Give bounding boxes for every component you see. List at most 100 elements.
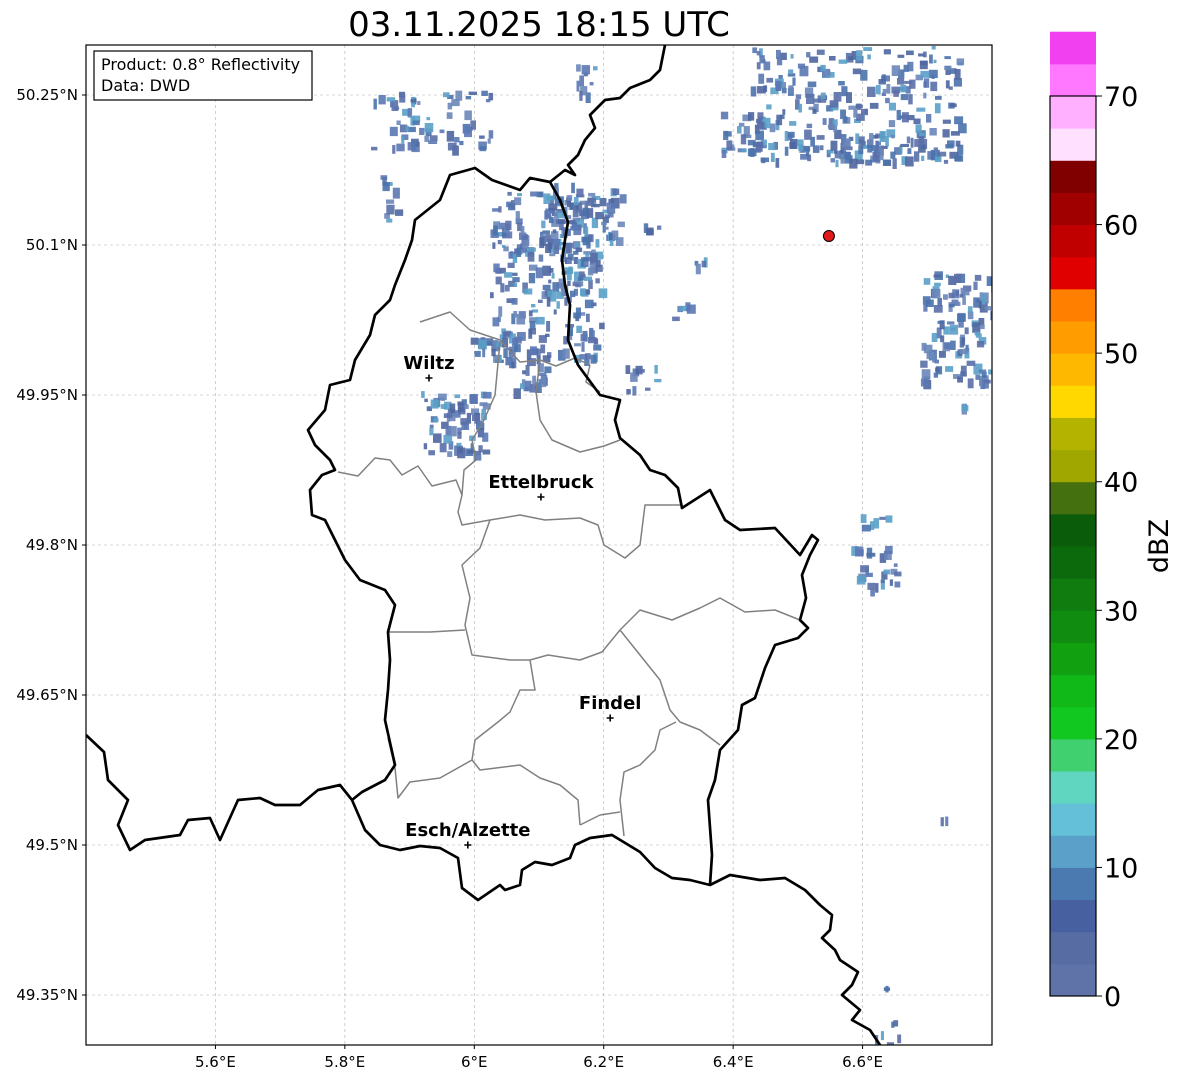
radar-echo-cell: [525, 364, 530, 376]
x-tick-label: 5.6°E: [195, 1053, 236, 1071]
radar-echo-cell: [545, 333, 550, 337]
radar-echo-cell: [424, 123, 434, 133]
radar-echo-cell: [940, 335, 945, 343]
radar-map-figure: 03.11.2025 18:15 UTC Wiltz Ettelbruck Find…: [16, 5, 1175, 1071]
colorbar-tick-label: 30: [1104, 596, 1138, 627]
radar-echo-cell: [535, 267, 544, 279]
radar-echo-cell: [944, 56, 951, 60]
colorbar-tick-label: 0: [1104, 982, 1121, 1013]
radar-echo-cell: [921, 369, 931, 379]
radar-echo-cell: [539, 237, 545, 249]
radar-echo-cell: [546, 296, 551, 307]
radar-echo-cell: [867, 144, 873, 153]
radar-echo-cell: [449, 403, 456, 414]
radar-echo-cell: [424, 398, 428, 403]
colorbar-segment: [1050, 546, 1096, 579]
radar-echo-cell: [795, 94, 802, 100]
radar-echo-cell: [492, 317, 500, 327]
radar-echo-cell: [959, 348, 969, 355]
radar-echo-cell: [937, 298, 942, 305]
radar-echo-cell: [598, 288, 608, 299]
radar-echo-cell: [833, 150, 838, 154]
info-box: Product: 0.8° Reflectivity Data: DWD: [93, 50, 313, 101]
radar-echo-cell: [695, 263, 701, 275]
radar-echo-cell: [875, 583, 879, 593]
radar-echo-cell: [586, 313, 590, 323]
colorbar-segment: [1050, 867, 1096, 901]
radar-echo-cell: [849, 158, 858, 169]
radar-echo-cell: [472, 414, 480, 421]
radar-echo-cell: [940, 817, 944, 827]
radar-echo-cell: [926, 114, 932, 123]
radar-echo-cell: [584, 261, 588, 266]
radar-echo-cell: [775, 158, 780, 168]
radar-echo-cell: [928, 69, 938, 79]
radar-echo-cell: [401, 136, 405, 144]
radar-echo-cell: [763, 85, 768, 92]
radar-echo-cell: [914, 151, 920, 162]
colorbar-segment: [1050, 706, 1096, 740]
radar-echo-cell: [528, 328, 533, 339]
radar-echo-cell: [577, 276, 583, 281]
radar-echo-cell: [920, 360, 928, 368]
radar-echo-cell: [439, 443, 447, 453]
radar-echo-cell: [776, 114, 783, 126]
radar-echo-cell: [937, 320, 945, 324]
radar-echo-cell: [806, 52, 811, 58]
radar-echo-cell: [886, 1042, 894, 1045]
radar-echo-cell: [947, 140, 955, 148]
radar-echo-cell: [454, 394, 461, 399]
radar-echo-cell: [589, 263, 596, 273]
radar-echo-cell: [893, 563, 898, 567]
radar-echo-cell: [460, 418, 469, 425]
radar-echo-cell: [910, 137, 914, 148]
radar-echo-cell: [860, 565, 869, 573]
radar-echo-cell: [482, 348, 486, 358]
radar-echo-cell: [429, 135, 438, 141]
radar-echo-cell: [816, 135, 825, 140]
city-label: Findel: [579, 693, 642, 714]
radar-echo-cell: [757, 117, 763, 125]
radar-echo-cell: [820, 64, 826, 72]
radar-echo-cell: [897, 1034, 902, 1044]
radar-echo-cell: [769, 123, 776, 133]
radar-echo-cell: [470, 120, 476, 130]
radar-echo-cell: [747, 139, 756, 146]
radar-echo-cell: [883, 569, 891, 575]
radar-echo-cell: [481, 408, 486, 415]
radar-echo-cell: [678, 305, 687, 312]
radar-echo-cell: [740, 134, 747, 145]
colorbar-segment: [1050, 353, 1096, 386]
radar-echo-cell: [474, 350, 481, 357]
radar-echo-cell: [580, 274, 586, 278]
radar-echo-cell: [593, 66, 598, 71]
radar-echo-cell: [528, 310, 533, 317]
radar-echo-cell: [933, 274, 942, 278]
radar-echo-cell: [465, 96, 472, 100]
radar-echo-cell: [984, 306, 991, 311]
radar-echo-cell: [781, 87, 787, 94]
radar-echo-cell: [957, 376, 963, 383]
colorbar-segment: [1050, 128, 1096, 161]
y-tick-label: 49.5°N: [26, 836, 78, 854]
radar-echo-cell: [766, 104, 772, 110]
radar-echo-cell: [880, 1031, 884, 1041]
radar-echo-cell: [575, 243, 580, 248]
radar-echo-cell: [566, 259, 571, 264]
radar-echo-cell: [835, 159, 839, 168]
radar-echo-cell: [701, 260, 706, 268]
radar-echo-cell: [981, 371, 987, 378]
radar-echo-cell: [558, 219, 566, 225]
radar-echo-cell: [891, 65, 900, 76]
colorbar-segment: [1050, 963, 1096, 997]
radar-echo-cell: [848, 56, 854, 61]
radar-echo-cell: [542, 284, 551, 291]
radar-echo-cell: [392, 187, 400, 199]
radar-echo-cell: [830, 140, 838, 151]
radar-echo-cell: [541, 220, 546, 229]
radar-echo-cell: [421, 391, 425, 398]
radar-echo-cell: [788, 85, 794, 94]
radar-site-marker: [822, 230, 835, 242]
radar-echo-cell: [497, 240, 502, 245]
radar-echo-cell: [505, 220, 512, 230]
